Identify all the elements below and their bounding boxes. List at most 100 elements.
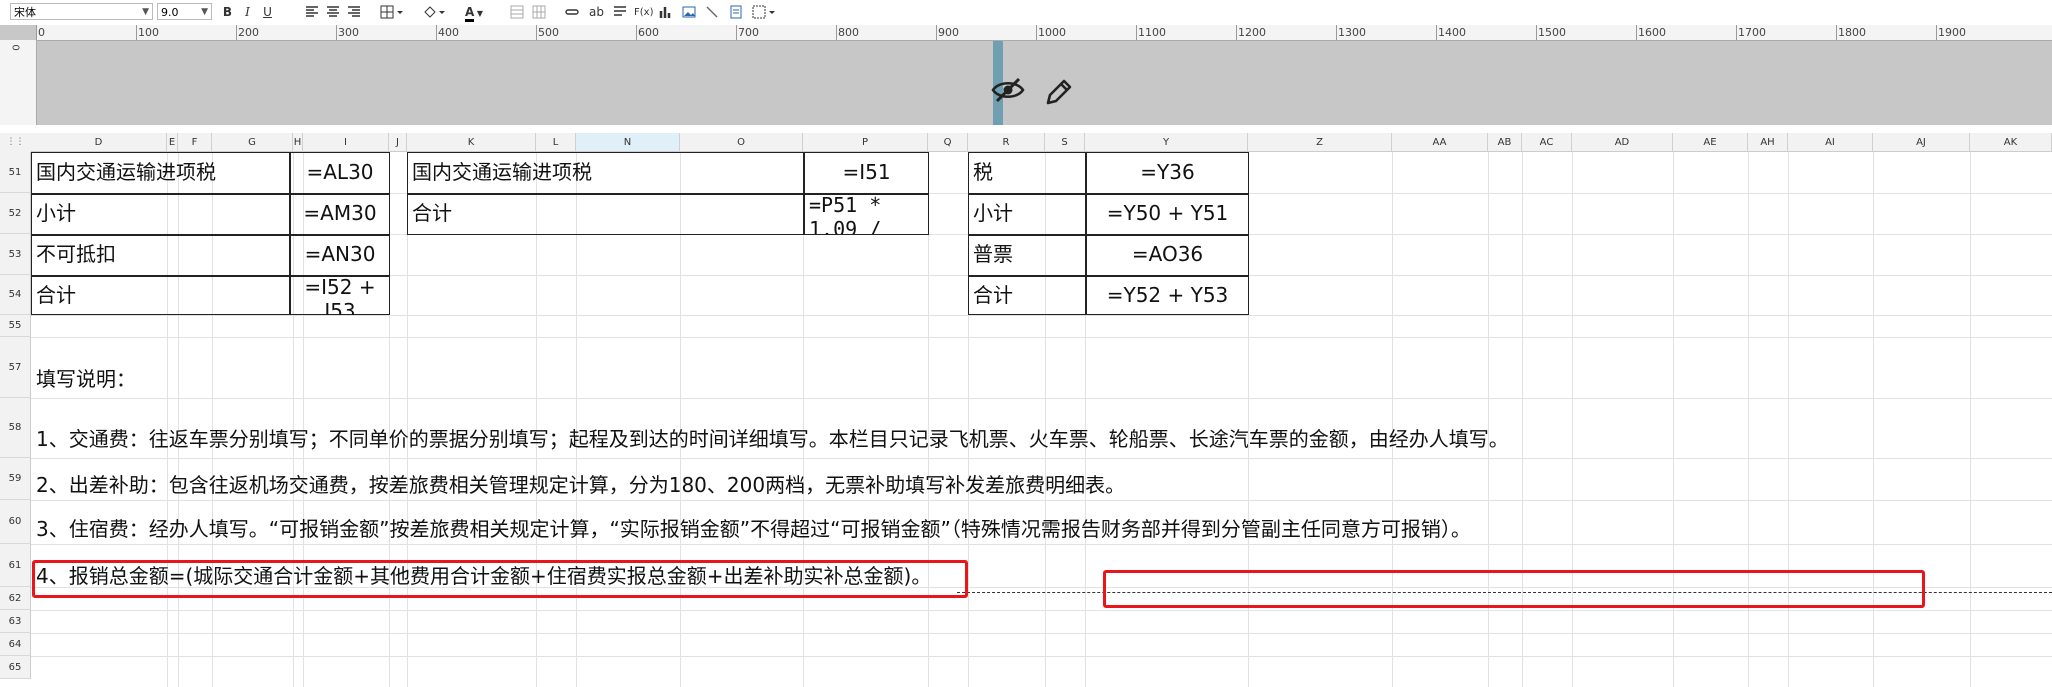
- column-header[interactable]: G: [212, 133, 293, 152]
- notes-title[interactable]: 填写说明：: [36, 363, 136, 392]
- bold-button[interactable]: B: [218, 3, 237, 22]
- align-center-button[interactable]: [324, 3, 343, 22]
- table-cell-label[interactable]: 小计: [32, 193, 289, 234]
- function-button[interactable]: F(x): [634, 3, 653, 22]
- merge-cells-icon: [510, 5, 524, 19]
- ruler-mark: 1000: [1038, 26, 1066, 39]
- column-header[interactable]: AJ: [1873, 133, 1970, 152]
- ruler-mark: 100: [138, 26, 159, 39]
- column-header[interactable]: AD: [1572, 133, 1673, 152]
- row-header[interactable]: 51: [0, 152, 31, 193]
- hide-eye-icon[interactable]: [991, 77, 1025, 106]
- draw-line-button[interactable]: [703, 3, 722, 22]
- column-header[interactable]: Y: [1085, 133, 1248, 152]
- column-header[interactable]: H: [293, 133, 303, 152]
- table-cell-formula[interactable]: =Y52 + Y53: [1087, 275, 1248, 315]
- text-color-icon: A: [465, 6, 475, 22]
- table-cell-label[interactable]: 税: [969, 152, 1085, 193]
- column-header[interactable]: E: [167, 133, 178, 152]
- row-header[interactable]: 62: [0, 587, 31, 610]
- column-header[interactable]: AC: [1522, 133, 1572, 152]
- text-style-button[interactable]: ab: [587, 3, 606, 22]
- table-cell-label[interactable]: 国内交通运输进项税: [408, 152, 803, 193]
- column-header[interactable]: AK: [1970, 133, 2052, 152]
- row-header[interactable]: 64: [0, 633, 31, 656]
- row-header[interactable]: 53: [0, 234, 31, 275]
- row-header[interactable]: 52: [0, 193, 31, 234]
- row-header[interactable]: 60: [0, 500, 31, 544]
- table-cell-label[interactable]: 小计: [969, 193, 1085, 234]
- insert-chart-button[interactable]: [657, 3, 676, 22]
- select-all-corner[interactable]: ⋮⋮: [0, 133, 32, 153]
- column-header[interactable]: L: [536, 133, 576, 152]
- row-header[interactable]: 54: [0, 275, 31, 315]
- column-header[interactable]: Z: [1248, 133, 1392, 152]
- table-cell-label[interactable]: 合计: [32, 275, 289, 315]
- table-cell-formula[interactable]: =AM30: [291, 193, 389, 234]
- table-cell-formula[interactable]: =I51: [805, 152, 928, 193]
- column-header[interactable]: AB: [1488, 133, 1522, 152]
- insert-link-button[interactable]: [563, 3, 582, 22]
- frame-button[interactable]: [750, 3, 776, 22]
- column-header[interactable]: J: [389, 133, 407, 152]
- column-header[interactable]: AA: [1392, 133, 1488, 152]
- italic-button[interactable]: I: [238, 3, 257, 22]
- column-header[interactable]: K: [407, 133, 536, 152]
- row-header[interactable]: 61: [0, 544, 31, 587]
- table-cell-label[interactable]: 国内交通运输进项税: [32, 152, 289, 193]
- table-cell-label[interactable]: 不可抵扣: [32, 234, 289, 275]
- column-header[interactable]: D: [31, 133, 167, 152]
- table-cell-label[interactable]: 普票: [969, 234, 1085, 275]
- table-cell-label[interactable]: 合计: [969, 275, 1085, 315]
- row-header[interactable]: 58: [0, 398, 31, 458]
- column-header[interactable]: N: [576, 133, 680, 152]
- note-line[interactable]: 2、出差补助：包含往返机场交通费，按差旅费相关管理规定计算，分为180、200两…: [36, 469, 1125, 498]
- underline-button[interactable]: U: [258, 3, 277, 22]
- text-color-button[interactable]: A ▼: [460, 3, 488, 22]
- note-line[interactable]: 3、住宿费：经办人填写。“可报销金额”按差旅费相关规定计算，“实际报销金额”不得…: [36, 513, 1471, 542]
- column-header[interactable]: I: [303, 133, 389, 152]
- chevron-down-icon: ▼: [201, 7, 208, 17]
- row-header[interactable]: 57: [0, 337, 31, 398]
- row-header[interactable]: 55: [0, 315, 31, 337]
- align-left-button[interactable]: [303, 3, 322, 22]
- fill-color-button[interactable]: [420, 3, 448, 22]
- table-cell-formula[interactable]: =AO36: [1087, 234, 1248, 275]
- horizontal-ruler: 0 100 200 300 400 500 600 700 800 900 10…: [36, 25, 2052, 41]
- merge-cells-button[interactable]: [508, 3, 527, 22]
- row-header[interactable]: 65: [0, 656, 31, 679]
- pencil-icon[interactable]: [1044, 77, 1074, 110]
- row-header[interactable]: 59: [0, 458, 31, 500]
- table-cell-label[interactable]: 合计: [408, 193, 803, 234]
- row-header[interactable]: 63: [0, 610, 31, 633]
- column-header[interactable]: O: [680, 133, 803, 152]
- ruler-mark: 1300: [1338, 26, 1366, 39]
- table-cell-formula[interactable]: =AN30: [291, 234, 389, 275]
- column-header[interactable]: S: [1045, 133, 1085, 152]
- ruler-mark: 1600: [1638, 26, 1666, 39]
- table-cell-formula[interactable]: =I52 + I53: [291, 275, 389, 315]
- highlight-box: [32, 560, 968, 598]
- wrap-text-button[interactable]: [611, 3, 630, 22]
- column-header[interactable]: AI: [1788, 133, 1873, 152]
- unmerge-cells-button[interactable]: [530, 3, 549, 22]
- column-header[interactable]: AH: [1748, 133, 1788, 152]
- ruler-mark: 1500: [1538, 26, 1566, 39]
- table-cell-formula[interactable]: =Y50 + Y51: [1087, 193, 1248, 234]
- column-header[interactable]: Q: [928, 133, 968, 152]
- insert-textbox-button[interactable]: [727, 3, 746, 22]
- column-header[interactable]: R: [968, 133, 1045, 152]
- table-cell-formula[interactable]: =Y36: [1087, 152, 1248, 193]
- column-header[interactable]: P: [803, 133, 928, 152]
- note-line[interactable]: 1、交通费：往返车票分别填写；不同单价的票据分别填写；起程及到达的时间详细填写。…: [36, 423, 1509, 452]
- font-name-select[interactable]: 宋体 ▼: [10, 3, 153, 20]
- table-cell-formula[interactable]: =P51 * 1.09 / 0.09: [805, 193, 928, 234]
- borders-button[interactable]: [378, 3, 406, 22]
- image-icon: [682, 6, 696, 18]
- table-cell-formula[interactable]: =AL30: [291, 152, 389, 193]
- column-header[interactable]: AE: [1673, 133, 1748, 152]
- insert-image-button[interactable]: [680, 3, 699, 22]
- column-header[interactable]: F: [178, 133, 212, 152]
- align-right-button[interactable]: [345, 3, 364, 22]
- font-size-select[interactable]: 9.0 ▼: [157, 3, 212, 20]
